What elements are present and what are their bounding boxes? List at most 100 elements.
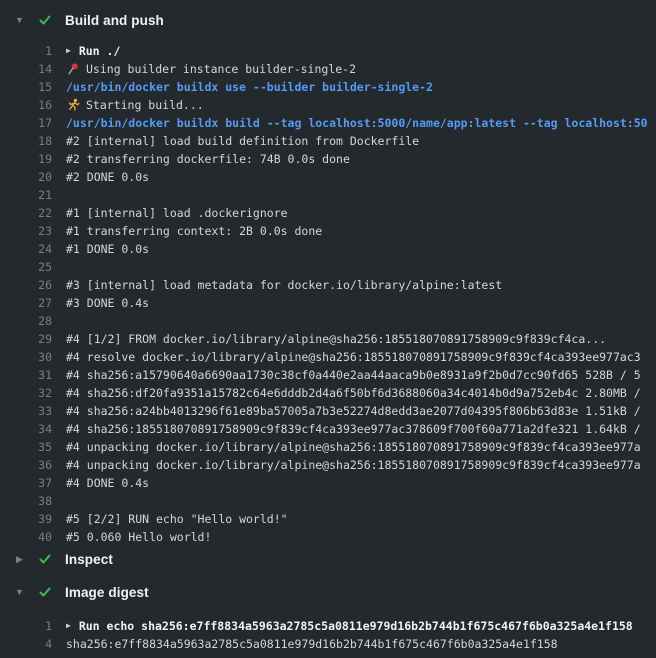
line-number[interactable]: 18 (0, 134, 52, 148)
log-line: 29 #4 [1/2] FROM docker.io/library/alpine… (0, 330, 656, 348)
line-number[interactable]: 33 (0, 404, 52, 418)
log-text: #2 [internal] load build definition from… (66, 134, 419, 148)
log-line: 15/usr/bin/docker buildx use --builder b… (0, 78, 656, 96)
line-number[interactable]: 30 (0, 350, 52, 364)
pushpin-icon (66, 62, 80, 76)
log-line: 26#3 [internal] load metadata for docker… (0, 276, 656, 294)
log-text: Using builder instance builder-single-2 (86, 62, 356, 76)
log-line: 39 #5 [2/2] RUN echo "Hello world!" (0, 510, 656, 528)
line-number[interactable]: 37 (0, 476, 52, 490)
section-header-build-and-push[interactable]: ▼ Build and push (0, 9, 656, 31)
log-text: sha256:e7ff8834a5963a2785c5a0811e979d16b… (66, 637, 558, 651)
check-icon (37, 551, 53, 567)
log-line: 25 (0, 258, 656, 276)
log-line: 27#3 DONE 0.4s (0, 294, 656, 312)
log-line: 38 (0, 492, 656, 510)
log-text: #4 DONE 0.4s (66, 476, 149, 490)
log-line: 36 #4 unpacking docker.io/library/alpine@… (0, 456, 656, 474)
log-line: 37 #4 DONE 0.4s (0, 474, 656, 492)
log-text: #4 sha256:a24bb4013296f61e89ba57005a7b3e… (66, 404, 641, 418)
log-line: 4 sha256:e7ff8834a5963a2785c5a0811e979d16… (0, 635, 656, 653)
log-text: #4 sha256:a15790640a6690aa1730c38cf0a440… (66, 368, 641, 382)
log-line: 21 (0, 186, 656, 204)
chevron-right-icon[interactable]: ▶ (13, 555, 26, 564)
log-text: /usr/bin/docker buildx build --tag local… (66, 116, 648, 130)
chevron-right-icon[interactable]: ▶ (66, 622, 71, 630)
log-line: 32#4 sha256:df20fa9351a15782c64e6dddb2d4… (0, 384, 656, 402)
line-number[interactable]: 38 (0, 494, 52, 508)
log-line: 23 #1 transferring context: 2B 0.0s done (0, 222, 656, 240)
log-line: 20 #2 DONE 0.0s (0, 168, 656, 186)
line-number[interactable]: 35 (0, 440, 52, 454)
section-header-image-digest[interactable]: ▼ Image digest (0, 581, 656, 603)
section-log-lines: 1 ▶ Run echo sha256:e7ff8834a5963a2785c5a0… (0, 617, 656, 653)
line-number[interactable]: 20 (0, 170, 52, 184)
log-text: #4 [1/2] FROM docker.io/library/alpine@s… (66, 332, 606, 346)
log-line: 33 #4 sha256:a24bb4013296f61e89ba57005a7b… (0, 402, 656, 420)
line-number[interactable]: 28 (0, 314, 52, 328)
line-number[interactable]: 29 (0, 332, 52, 346)
chevron-down-icon[interactable]: ▼ (13, 588, 26, 597)
log-line: 18 #2 [internal] load build definition fr… (0, 132, 656, 150)
log-line: 16 Starting build... (0, 96, 656, 114)
line-number[interactable]: 21 (0, 188, 52, 202)
line-number[interactable]: 34 (0, 422, 52, 436)
line-number[interactable]: 26 (0, 278, 52, 292)
runner-icon (66, 98, 80, 112)
section-title: Build and push (65, 13, 164, 28)
run-command-text: Run echo sha256:e7ff8834a5963a2785c5a081… (79, 619, 633, 633)
log-line: 24 #1 DONE 0.0s (0, 240, 656, 258)
line-number[interactable]: 39 (0, 512, 52, 526)
line-number[interactable]: 25 (0, 260, 52, 274)
run-command-text: Run ./ (79, 44, 121, 58)
log-line: 1 ▶ Run ./ (0, 42, 656, 60)
log-text: #5 0.060 Hello world! (66, 530, 211, 544)
log-text: #5 [2/2] RUN echo "Hello world!" (66, 512, 288, 526)
line-number[interactable]: 16 (0, 98, 52, 112)
section-title: Inspect (65, 552, 113, 567)
log-line: 17/usr/bin/docker buildx build --tag loc… (0, 114, 656, 132)
line-number[interactable]: 31 (0, 368, 52, 382)
log-text: Starting build... (86, 98, 204, 112)
log-text: /usr/bin/docker buildx use --builder bui… (66, 80, 433, 94)
line-number[interactable]: 14 (0, 62, 52, 76)
log-text: #1 [internal] load .dockerignore (66, 206, 288, 220)
line-number[interactable]: 36 (0, 458, 52, 472)
log-line: 35 #4 unpacking docker.io/library/alpine@… (0, 438, 656, 456)
log-line: 31 #4 sha256:a15790640a6690aa1730c38cf0a4… (0, 366, 656, 384)
line-number[interactable]: 23 (0, 224, 52, 238)
log-line: 14 Using builder instance builder-single-… (0, 60, 656, 78)
line-number[interactable]: 4 (0, 637, 52, 651)
log-line: 40 #5 0.060 Hello world! (0, 528, 656, 546)
log-text: #4 unpacking docker.io/library/alpine@sh… (66, 440, 641, 454)
check-icon (37, 12, 53, 28)
line-number[interactable]: 22 (0, 206, 52, 220)
log-line: 19 #2 transferring dockerfile: 74B 0.0s d… (0, 150, 656, 168)
section-header-inspect[interactable]: ▶ Inspect (0, 548, 656, 570)
log-text: #4 unpacking docker.io/library/alpine@sh… (66, 458, 641, 472)
log-text: #1 DONE 0.0s (66, 242, 149, 256)
log-text: #4 sha256:185518070891758909c9f839cf4ca3… (66, 422, 641, 436)
log-text: #1 transferring context: 2B 0.0s done (66, 224, 322, 238)
line-number[interactable]: 19 (0, 152, 52, 166)
section-inspect: ▶ Inspect (0, 548, 656, 570)
chevron-right-icon[interactable]: ▶ (66, 47, 71, 55)
section-title: Image digest (65, 585, 149, 600)
line-number[interactable]: 27 (0, 296, 52, 310)
section-build-and-push: ▼ Build and push 1 ▶ Run ./ 14 Using builder i… (0, 9, 656, 546)
line-number[interactable]: 17 (0, 116, 52, 130)
log-text: #4 resolve docker.io/library/alpine@sha2… (66, 350, 641, 364)
line-number[interactable]: 15 (0, 80, 52, 94)
line-number[interactable]: 24 (0, 242, 52, 256)
line-number[interactable]: 1 (0, 44, 52, 58)
log-text: #2 DONE 0.0s (66, 170, 149, 184)
line-number[interactable]: 1 (0, 619, 52, 633)
line-number[interactable]: 32 (0, 386, 52, 400)
log-line: 1 ▶ Run echo sha256:e7ff8834a5963a2785c5a0… (0, 617, 656, 635)
workflow-log-viewer: ▼Build and push1▶Run ./14Using builder i… (0, 0, 656, 658)
chevron-down-icon[interactable]: ▼ (13, 16, 26, 25)
check-icon (37, 584, 53, 600)
line-number[interactable]: 40 (0, 530, 52, 544)
section-log-lines: 1 ▶ Run ./ 14 Using builder instance builder… (0, 42, 656, 546)
log-text: #2 transferring dockerfile: 74B 0.0s don… (66, 152, 350, 166)
